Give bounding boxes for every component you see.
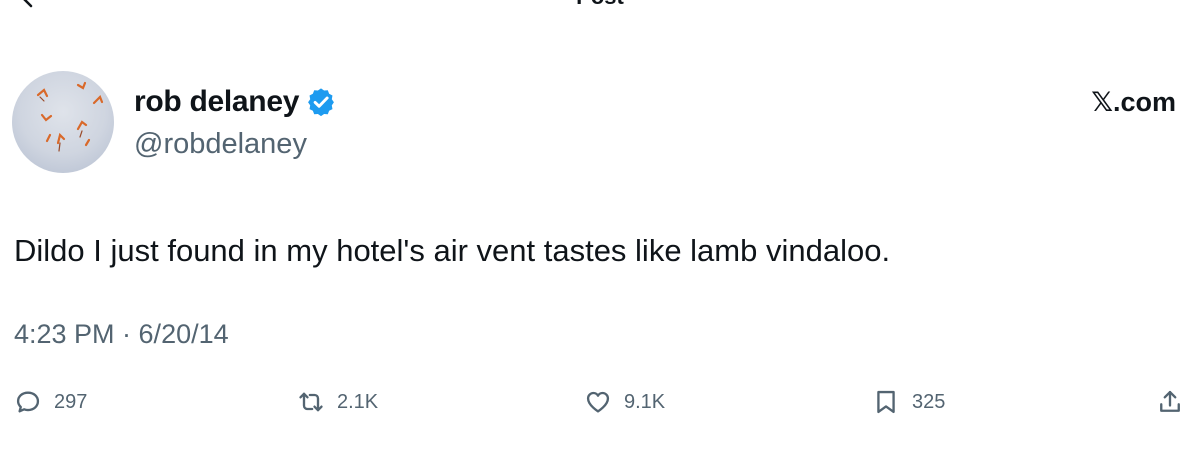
avatar[interactable] xyxy=(12,71,114,173)
repost-count: 2.1K xyxy=(337,390,379,413)
post-timestamp[interactable]: 4:23 PM · 6/20/14 xyxy=(14,316,229,352)
top-bar: Post xyxy=(0,0,1200,10)
repost-icon xyxy=(299,392,323,412)
action-bar: 297 2.1K 9.1K 325 xyxy=(0,382,1200,422)
reply-count: 297 xyxy=(54,390,88,413)
bookmark-count: 325 xyxy=(912,390,946,413)
reply-icon xyxy=(16,391,40,413)
bookmark-button[interactable]: 325 xyxy=(872,382,945,422)
author-name[interactable]: rob delaney xyxy=(134,84,299,120)
page-title: Post xyxy=(0,0,1200,8)
post-text: Dildo I just found in my hotel's air ven… xyxy=(14,233,891,268)
like-button[interactable]: 9.1K xyxy=(584,382,665,422)
share-icon xyxy=(1160,390,1180,412)
author-name-row[interactable]: rob delaney xyxy=(134,82,337,122)
like-count: 9.1K xyxy=(624,390,666,413)
verified-badge-icon[interactable] xyxy=(305,86,337,118)
reply-button[interactable]: 297 xyxy=(14,382,87,422)
repost-button[interactable]: 2.1K xyxy=(297,382,378,422)
bookmark-icon xyxy=(877,390,895,414)
author-handle[interactable]: @robdelaney xyxy=(134,126,307,162)
avatar-image xyxy=(12,71,114,173)
heart-icon xyxy=(586,391,610,413)
source-label: 𝕏.com xyxy=(1091,87,1176,117)
share-button[interactable] xyxy=(1156,382,1184,422)
